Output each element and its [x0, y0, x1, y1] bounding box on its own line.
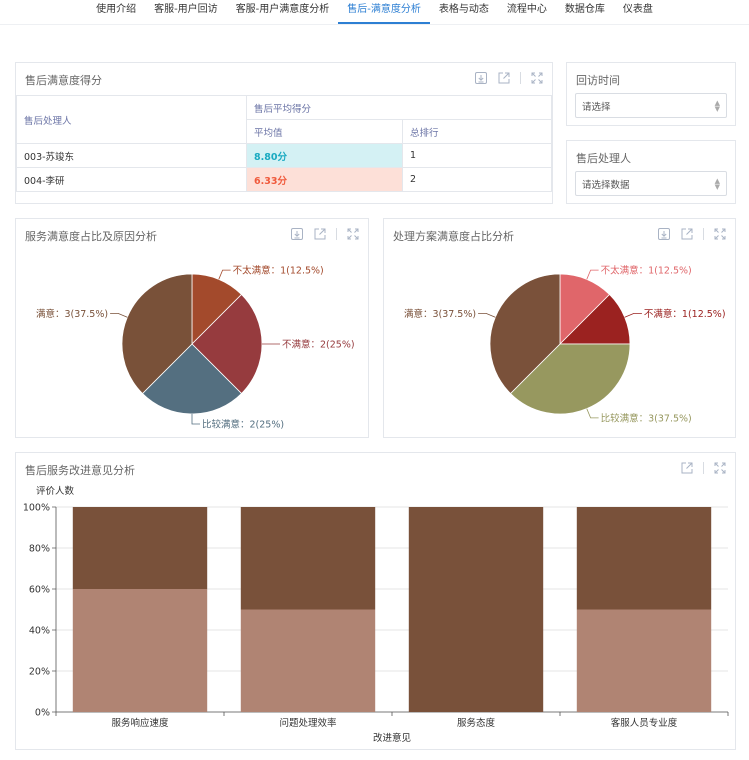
y-axis-label: 评价人数: [36, 485, 75, 497]
x-tick-label: 服务态度: [457, 717, 496, 729]
nav-tab[interactable]: 使用介绍: [87, 0, 145, 24]
top-nav: 使用介绍 客服-用户回访 客服-用户满意度分析 售后-满意度分析 表格与动态 流程中心 数据…: [0, 0, 749, 25]
row-name: 003-苏竣东: [16, 143, 247, 168]
filter-handler-label: 售后处理人: [576, 152, 631, 165]
filter-time-placeholder: 请选择: [582, 101, 611, 113]
row-name: 004-李研: [16, 167, 247, 192]
score-panel: 售后满意度得分 售后处理人 售后平均得分 平均值 总排行 003-苏竣东 8.8…: [15, 62, 553, 204]
y-tick-label: 40%: [29, 626, 50, 637]
y-tick-label: 100%: [23, 503, 50, 514]
nav-tab[interactable]: 客服-用户回访: [145, 0, 227, 24]
pie-label-line: [586, 269, 599, 280]
pie1-chart: 不太满意：1(12.5%) 不满意：2(25%) 比较满意：2(25%) 满意：3(3…: [36, 265, 355, 431]
filter-time-panel: 回访时间 请选择 ▲ ▼: [566, 62, 736, 126]
filter-handler-panel: 售后处理人 请选择数据 ▲ ▼: [566, 140, 736, 204]
header-avg: 平均值: [246, 119, 403, 144]
tool-divider: [520, 72, 521, 84]
export-icon[interactable]: [497, 71, 511, 85]
download-icon[interactable]: [474, 71, 488, 85]
bar-chart: 评价人数 0% 20% 40% 60% 80% 100% 服务响应速度 问题处理效率 服务态度 客服…: [23, 485, 729, 744]
score-panel-title: 售后满意度得分: [25, 74, 102, 87]
nav-tab[interactable]: 客服-用户满意度分析: [227, 0, 339, 24]
bar-segment[interactable]: [72, 507, 208, 589]
bar-segment[interactable]: [240, 609, 376, 713]
y-tick-label: 80%: [29, 544, 50, 555]
pie2-panel: 处理方案满意度占比分析 不太满意：1(12.5%) 不满意：1(12.5%) 比较满…: [383, 218, 736, 438]
x-tick-label: 问题处理效率: [279, 717, 337, 729]
pie-label-line: [110, 312, 128, 318]
bar-segment[interactable]: [240, 507, 376, 610]
filter-handler-select[interactable]: 请选择数据 ▲ ▼: [575, 171, 727, 196]
fullscreen-icon[interactable]: [530, 71, 544, 85]
header-rank: 总排行: [402, 119, 552, 144]
table-row: 003-苏竣东 8.80分 1: [16, 143, 552, 168]
pie-label-line: [586, 408, 599, 419]
pie-slice-label: 满意：3(37.5%): [36, 308, 108, 320]
bar-segment[interactable]: [576, 507, 712, 610]
pie-label-line: [218, 269, 231, 280]
row-avg: 8.80分: [246, 143, 403, 168]
bar-segment[interactable]: [576, 609, 712, 713]
nav-tab[interactable]: 售后-满意度分析: [338, 0, 430, 24]
score-table: 售后处理人 售后平均得分 平均值 总排行 003-苏竣东 8.80分 1 004…: [16, 95, 552, 192]
pie-slice-label: 不满意：1(12.5%): [644, 308, 726, 320]
row-rank: 1: [402, 143, 552, 168]
row-avg: 6.33分: [246, 167, 403, 192]
bar-segment[interactable]: [72, 589, 208, 712]
x-tick-label: 服务响应速度: [111, 717, 169, 729]
pie-slice-label: 不太满意：1(12.5%): [601, 265, 692, 277]
pie-label-line: [478, 312, 496, 318]
nav-tab[interactable]: 仪表盘: [614, 0, 662, 24]
y-tick-label: 20%: [29, 667, 50, 678]
nav-tab[interactable]: 流程中心: [498, 0, 556, 24]
updown-caret-icon: ▲ ▼: [714, 176, 720, 191]
pie-slice-label: 不满意：2(25%): [282, 339, 355, 351]
bar-segment[interactable]: [408, 507, 544, 712]
y-tick-label: 60%: [29, 585, 50, 596]
nav-tab[interactable]: 表格与动态: [430, 0, 498, 24]
filter-time-label: 回访时间: [576, 74, 620, 87]
y-tick-label: 0%: [35, 708, 50, 719]
filter-handler-placeholder: 请选择数据: [582, 179, 630, 191]
pie2-chart: 不太满意：1(12.5%) 不满意：1(12.5%) 比较满意：3(37.5%) 满意…: [404, 265, 726, 425]
row-rank: 2: [402, 167, 552, 192]
x-tick-label: 客服人员专业度: [611, 717, 678, 729]
pie-slice-label: 比较满意：2(25%): [202, 419, 284, 431]
filter-time-select[interactable]: 请选择 ▲ ▼: [575, 93, 727, 118]
pie-slice-label: 比较满意：3(37.5%): [601, 412, 692, 424]
pie-slice-label: 不太满意：1(12.5%): [233, 265, 324, 277]
pie-label-line: [624, 312, 642, 318]
table-row: 004-李研 6.33分 2: [16, 167, 552, 192]
updown-caret-icon: ▲ ▼: [714, 98, 720, 113]
bar-panel: 售后服务改进意见分析 评价人数 0% 20% 40% 60% 80% 100% 服务响应速度问…: [15, 452, 736, 750]
nav-tab[interactable]: 数据仓库: [556, 0, 614, 24]
pie1-panel: 服务满意度占比及原因分析 不太满意：1(12.5%) 不满意：2(25%) 比较满意…: [15, 218, 369, 438]
score-panel-tools: [465, 71, 544, 85]
header-avg-group: 售后平均得分: [246, 95, 552, 120]
x-axis-label: 改进意见: [373, 732, 411, 744]
pie-slice-label: 满意：3(37.5%): [404, 308, 476, 320]
pie-label-line: [191, 414, 200, 425]
header-handler: 售后处理人: [16, 95, 247, 144]
